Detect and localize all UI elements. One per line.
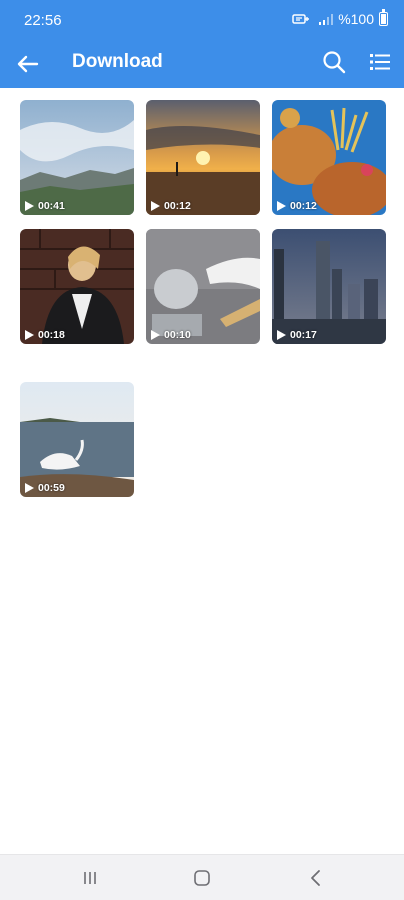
video-preview-image <box>272 229 386 344</box>
duration-label: 00:12 <box>277 200 317 212</box>
signal-icon <box>319 13 334 25</box>
duration-label: 00:12 <box>151 200 191 212</box>
list-view-icon[interactable] <box>364 46 396 78</box>
video-preview-image <box>20 229 134 344</box>
video-preview-image <box>272 100 386 215</box>
video-thumbnail[interactable]: 00:41 <box>20 100 134 215</box>
video-thumbnail[interactable]: 00:12 <box>272 100 386 215</box>
video-thumbnail[interactable]: 00:10 <box>146 229 260 344</box>
video-thumbnail[interactable]: 00:12 <box>146 100 260 215</box>
video-preview-image <box>20 382 134 497</box>
video-thumbnail[interactable]: 00:59 <box>20 382 134 497</box>
play-icon <box>277 330 286 340</box>
duration-label: 00:10 <box>151 329 191 341</box>
video-preview-image <box>146 229 260 344</box>
play-icon <box>25 483 34 493</box>
back-icon[interactable] <box>302 864 330 892</box>
top-bar: 22:56 %100 Download <box>0 0 404 88</box>
battery-icon <box>379 9 388 26</box>
video-thumbnail[interactable]: 00:17 <box>272 229 386 344</box>
play-icon <box>151 201 160 211</box>
battery-text: %100 <box>338 11 374 27</box>
home-icon[interactable] <box>188 864 216 892</box>
page-title: Download <box>72 51 163 72</box>
duration-label: 00:59 <box>25 482 65 494</box>
arrow-left-icon[interactable] <box>12 48 44 80</box>
video-preview-image <box>20 100 134 215</box>
play-icon <box>25 330 34 340</box>
video-thumbnail[interactable]: 00:18 <box>20 229 134 344</box>
app-bar: Download <box>0 40 404 88</box>
status-bar: 22:56 %100 <box>0 0 404 40</box>
wifi-calling-icon <box>292 14 310 24</box>
duration-label: 00:17 <box>277 329 317 341</box>
status-icons: %100 <box>292 9 388 27</box>
play-icon <box>277 201 286 211</box>
system-nav-bar <box>0 854 404 900</box>
duration-label: 00:41 <box>25 200 65 212</box>
search-icon[interactable] <box>318 46 350 78</box>
play-icon <box>151 330 160 340</box>
video-preview-image <box>146 100 260 215</box>
recents-icon[interactable] <box>76 864 104 892</box>
play-icon <box>25 201 34 211</box>
status-time: 22:56 <box>24 12 62 29</box>
duration-label: 00:18 <box>25 329 65 341</box>
